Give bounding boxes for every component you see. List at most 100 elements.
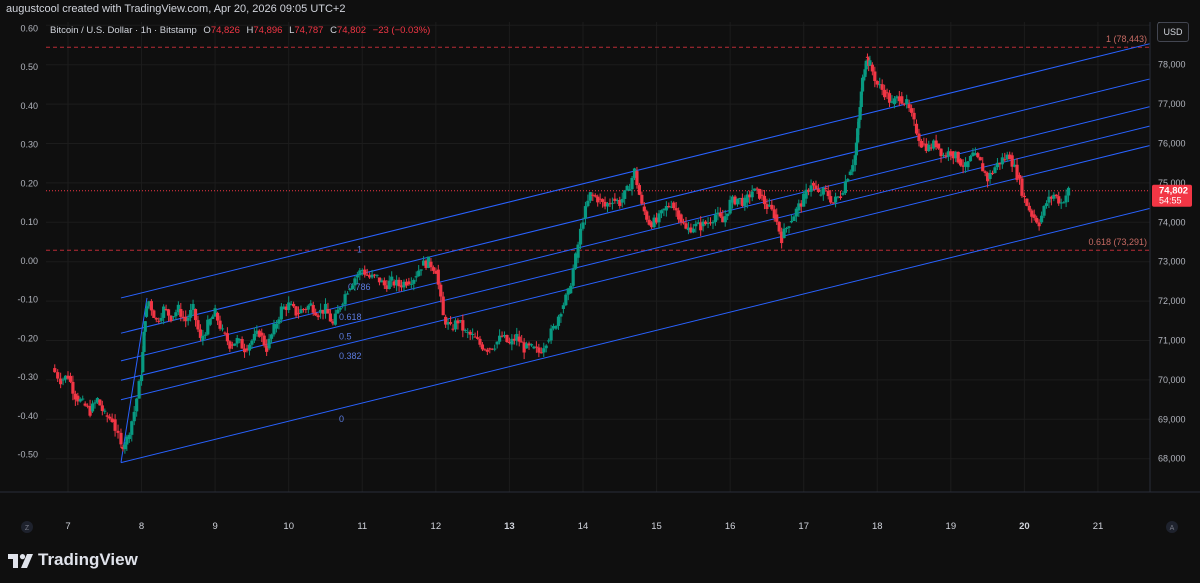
candle-body bbox=[141, 351, 145, 373]
left-axis-tick: -0.10 bbox=[17, 295, 38, 305]
candle-body bbox=[814, 185, 818, 190]
candle-body bbox=[547, 340, 551, 342]
candle-body bbox=[83, 403, 87, 406]
chart-area[interactable]: 1 (78,443) 0.618 (73,291) 1 0.786 0.618 0.5 0.… bbox=[0, 18, 1200, 541]
candle-body bbox=[1066, 187, 1071, 196]
candle-body bbox=[123, 444, 127, 450]
candle-body bbox=[990, 172, 995, 174]
candle-body bbox=[247, 344, 252, 351]
price-tag-countdown: 54:55 bbox=[1159, 196, 1182, 206]
candle-body bbox=[559, 314, 563, 317]
candle-body bbox=[601, 199, 605, 202]
right-axis-tick: 70,000 bbox=[1158, 375, 1186, 385]
candle-body bbox=[103, 410, 107, 412]
candle-body bbox=[593, 195, 597, 197]
candle-body bbox=[640, 194, 644, 204]
left-axis-tick: -0.50 bbox=[17, 450, 38, 460]
candle-body bbox=[529, 344, 534, 346]
candle-body bbox=[838, 196, 843, 198]
candle-body bbox=[269, 334, 274, 339]
candle-body bbox=[1000, 157, 1004, 165]
candle-body bbox=[363, 269, 367, 275]
candle-body bbox=[436, 269, 440, 285]
candle-body bbox=[843, 181, 847, 194]
x-axis-tick: 18 bbox=[872, 521, 883, 532]
candle-body bbox=[726, 213, 730, 217]
candle-body bbox=[782, 228, 786, 239]
candle-body bbox=[71, 381, 75, 394]
candle-body bbox=[220, 328, 225, 330]
right-axis-tick: 78,000 bbox=[1158, 60, 1186, 70]
candle-body bbox=[274, 323, 279, 329]
channel-level-label: 0 bbox=[339, 414, 344, 424]
candle-body bbox=[811, 182, 816, 186]
candle-body bbox=[1035, 217, 1039, 223]
tradingview-brand[interactable]: TradingView bbox=[8, 550, 138, 570]
channel-line bbox=[120, 78, 1150, 334]
candle-body bbox=[610, 202, 615, 204]
candle-body bbox=[409, 283, 413, 285]
candle-body bbox=[571, 268, 575, 286]
candle-body bbox=[1025, 198, 1029, 206]
candle-body bbox=[387, 280, 391, 289]
candle-body bbox=[674, 208, 678, 211]
candle-body bbox=[635, 171, 639, 186]
candle-body bbox=[620, 198, 624, 203]
candle-body bbox=[130, 421, 134, 435]
right-axis-tick: 77,000 bbox=[1158, 99, 1186, 109]
x-axis-tick: 13 bbox=[504, 521, 515, 532]
x-axis-tick: 7 bbox=[65, 521, 70, 532]
candle-body bbox=[441, 296, 445, 316]
candle-body bbox=[1022, 195, 1027, 198]
candle-body bbox=[348, 288, 352, 290]
candle-body bbox=[105, 415, 109, 417]
candle-body bbox=[623, 190, 627, 199]
candle-body bbox=[875, 80, 879, 85]
candle-body bbox=[642, 206, 646, 212]
candle-body bbox=[108, 416, 112, 419]
candle-body bbox=[564, 294, 568, 306]
low-value: 74,787 bbox=[294, 25, 324, 36]
tradingview-logo-icon bbox=[8, 553, 33, 568]
candle-body bbox=[439, 284, 443, 297]
channel-line bbox=[120, 145, 1150, 401]
candle-body bbox=[493, 348, 497, 350]
candle-body bbox=[277, 319, 281, 324]
candle-body bbox=[287, 302, 291, 311]
candle-body bbox=[225, 333, 230, 342]
candle-body bbox=[260, 332, 264, 336]
candle-body bbox=[292, 303, 296, 307]
candle-body bbox=[914, 123, 919, 134]
candle-body bbox=[1020, 178, 1024, 196]
candle-body bbox=[267, 338, 271, 349]
candle-body bbox=[218, 320, 222, 329]
candle-body bbox=[350, 285, 355, 289]
candle-body bbox=[338, 307, 342, 310]
candle-body bbox=[149, 301, 153, 311]
x-axis-tick: 19 bbox=[946, 521, 957, 532]
x-axis-tick: 8 bbox=[139, 521, 144, 532]
candle-body bbox=[419, 269, 423, 271]
candle-body bbox=[549, 328, 553, 341]
candle-body bbox=[851, 165, 855, 172]
currency-button[interactable]: USD bbox=[1157, 22, 1189, 42]
right-axis-tick: 68,000 bbox=[1158, 454, 1186, 464]
x-axis-tick: 11 bbox=[357, 521, 367, 532]
candle-body bbox=[1042, 206, 1046, 216]
candle-body bbox=[1062, 202, 1066, 204]
candle-body bbox=[208, 318, 212, 325]
channel-line bbox=[120, 125, 1150, 381]
corner-left-button-label: Z bbox=[25, 525, 30, 532]
candle-body bbox=[1017, 175, 1022, 179]
candle-body bbox=[326, 308, 330, 314]
candle-body bbox=[583, 206, 588, 219]
candlestick-chart[interactable]: 1 (78,443)0.618 (73,291)10.7860.6180.50.… bbox=[0, 18, 1200, 541]
candle-body bbox=[841, 193, 845, 195]
x-axis-tick: 14 bbox=[578, 521, 589, 532]
candle-body bbox=[750, 191, 754, 198]
candle-body bbox=[723, 216, 727, 223]
candle-body bbox=[757, 188, 762, 199]
left-axis-tick: 0.50 bbox=[20, 62, 38, 72]
candle-body bbox=[978, 157, 982, 161]
candle-body bbox=[139, 375, 144, 382]
